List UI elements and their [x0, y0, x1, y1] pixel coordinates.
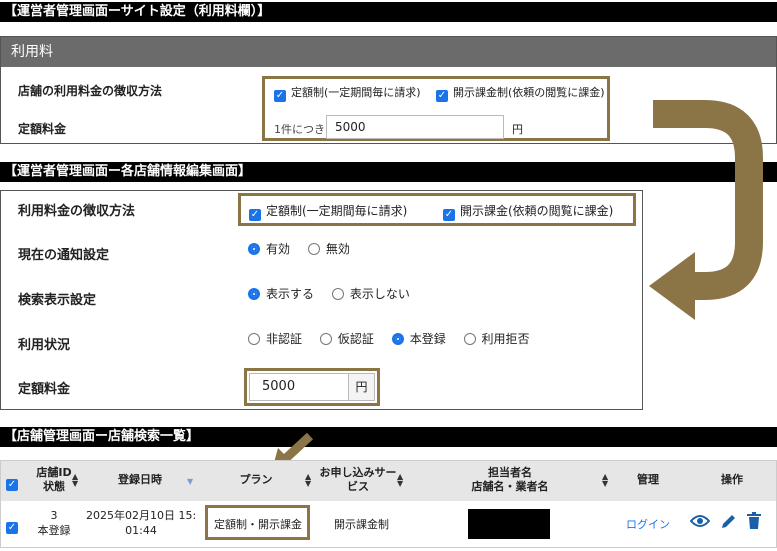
- checkbox-icon[interactable]: ✓: [274, 90, 286, 102]
- col-plan[interactable]: プラン: [226, 473, 286, 487]
- col-person[interactable]: 担当者名 店舗名・業者名: [460, 466, 560, 494]
- store-price-unit: 円: [349, 373, 375, 401]
- price-unit: 円: [512, 123, 523, 136]
- col-manage: 管理: [637, 473, 659, 486]
- select-all-checkbox[interactable]: ✓: [6, 474, 23, 491]
- section1-title: 【運営者管理画面ーサイト設定（利用料欄）】: [0, 2, 777, 22]
- search-display-options: 表示する 表示しない: [248, 285, 424, 303]
- row-service: 開示課金制: [334, 518, 389, 531]
- notify-on-radio[interactable]: 有効: [248, 240, 290, 257]
- radio-icon[interactable]: [331, 287, 344, 300]
- radio-icon[interactable]: [248, 242, 260, 255]
- option-flat-rate[interactable]: ✓ 定額制(一定期間毎に請求): [274, 84, 421, 102]
- status-registered-radio[interactable]: 本登録: [391, 330, 446, 347]
- price-prefix: 1件につき: [274, 123, 325, 136]
- arrow-icon: [649, 100, 763, 320]
- status-denied-radio[interactable]: 利用拒否: [463, 330, 530, 347]
- notify-label: 現在の通知設定: [18, 248, 110, 263]
- row-registered-at: 2025年02月10日 15: 01:44: [86, 509, 197, 537]
- redacted-person: [468, 509, 550, 539]
- sort-icon[interactable]: ▼: [187, 477, 193, 486]
- col-actions: 操作: [721, 473, 743, 486]
- row-plan: 定額制・開示課金: [214, 518, 302, 531]
- col-registered-at[interactable]: 登録日時: [100, 473, 180, 487]
- login-link[interactable]: ログイン: [626, 516, 670, 532]
- checkbox-icon[interactable]: ✓: [443, 209, 455, 221]
- store-option-disclosure[interactable]: ✓ 開示課金(依頼の閲覧に課金): [443, 202, 613, 221]
- status-unverified-radio[interactable]: 非認証: [248, 330, 302, 347]
- col-service[interactable]: お申し込みサー ビス: [318, 466, 398, 494]
- radio-icon[interactable]: [307, 242, 320, 255]
- radio-icon[interactable]: [391, 332, 404, 345]
- search-display-label: 検索表示設定: [18, 293, 97, 308]
- fee-panel-header: 利用料: [1, 37, 776, 67]
- collection-method-label: 店舗の利用料金の徴収方法: [18, 84, 163, 98]
- search-show-radio[interactable]: 表示する: [248, 285, 314, 302]
- sort-icon[interactable]: ▲ ▼: [305, 473, 311, 488]
- search-hide-radio[interactable]: 表示しない: [331, 285, 410, 302]
- eye-icon[interactable]: [690, 513, 710, 529]
- store-flat-fee-label: 定額料金: [18, 382, 71, 397]
- row-store-id: 3 本登録: [37, 509, 71, 537]
- row-checkbox[interactable]: ✓: [6, 517, 23, 534]
- col-store-id[interactable]: 店舗ID 状態: [30, 466, 78, 494]
- store-flat-fee-input[interactable]: 5000: [249, 373, 349, 401]
- pencil-icon[interactable]: [720, 512, 738, 530]
- checkbox-icon[interactable]: ✓: [436, 90, 448, 102]
- notify-options: 有効 無効: [248, 240, 364, 258]
- status-provisional-radio[interactable]: 仮認証: [319, 330, 374, 347]
- flat-fee-input[interactable]: 5000: [326, 115, 504, 139]
- radio-icon[interactable]: [248, 332, 260, 345]
- store-option-flat-rate[interactable]: ✓ 定額制(一定期間毎に請求): [249, 202, 407, 221]
- sort-icon[interactable]: ▲ ▼: [72, 473, 78, 488]
- section3-title: 【店舗管理画面ー店舗検索一覧】: [0, 427, 777, 447]
- store-collection-label: 利用料金の徴収方法: [18, 204, 136, 219]
- notify-off-radio[interactable]: 無効: [307, 240, 350, 257]
- flat-fee-label: 定額料金: [18, 122, 67, 136]
- sort-icon[interactable]: ▲ ▼: [397, 473, 403, 488]
- usage-status-options: 非認証 仮認証 本登録 利用拒否: [248, 330, 544, 348]
- checkbox-icon[interactable]: ✓: [249, 209, 261, 221]
- usage-status-label: 利用状況: [18, 338, 71, 353]
- checkbox-icon[interactable]: ✓: [6, 522, 18, 534]
- radio-icon[interactable]: [319, 332, 332, 345]
- radio-icon[interactable]: [248, 287, 260, 300]
- sort-icon[interactable]: ▲ ▼: [602, 473, 608, 488]
- checkbox-icon[interactable]: ✓: [6, 479, 18, 491]
- trash-icon[interactable]: [746, 512, 762, 530]
- option-disclosure[interactable]: ✓ 開示課金制(依頼の閲覧に課金): [436, 84, 605, 102]
- radio-icon[interactable]: [463, 332, 476, 345]
